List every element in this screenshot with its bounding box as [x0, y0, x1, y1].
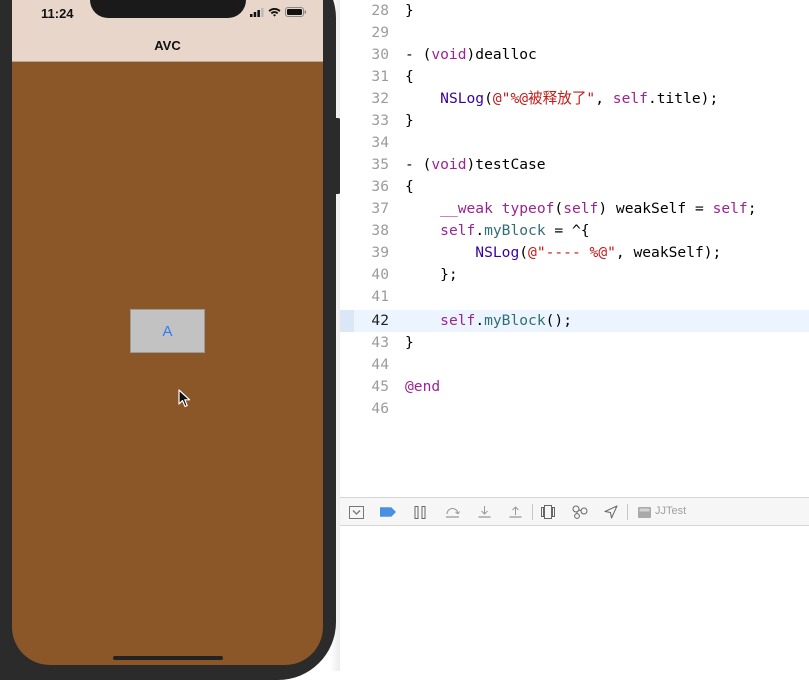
- navigation-bar: 11:24 AVC: [12, 0, 323, 62]
- line-number: 38: [371, 222, 389, 239]
- memory-graph-icon[interactable]: [572, 504, 588, 520]
- target-label[interactable]: JJTest: [655, 505, 686, 517]
- status-icons: [250, 7, 307, 17]
- debug-console[interactable]: [340, 526, 809, 671]
- code-line: 36 {: [340, 176, 809, 198]
- code-text: self.myBlock();: [440, 312, 572, 329]
- code-text: - (void)dealloc: [405, 46, 537, 63]
- line-number: 35: [371, 156, 389, 173]
- target-app-icon[interactable]: [636, 504, 652, 520]
- line-number: 40: [371, 266, 389, 283]
- line-number: 29: [371, 24, 389, 41]
- code-text: {: [405, 178, 414, 195]
- line-number: 41: [371, 288, 389, 305]
- code-text: }: [405, 334, 414, 351]
- code-line: 31 {: [340, 66, 809, 88]
- line-number: 37: [371, 200, 389, 217]
- code-line: 39 NSLog(@"---- %@", weakSelf);: [340, 242, 809, 264]
- code-editor[interactable]: 28} 29 30 - (void)dealloc 31 { 32 NSLog(@"…: [340, 0, 809, 497]
- line-number: 34: [371, 134, 389, 151]
- separator: [532, 504, 533, 520]
- a-button[interactable]: A: [130, 309, 205, 353]
- code-text: NSLog(@"%@被释放了", self.title);: [440, 90, 719, 107]
- code-line: 38 self.myBlock = ^{: [340, 220, 809, 242]
- step-over-icon[interactable]: [444, 504, 460, 520]
- code-line: 43}: [340, 332, 809, 354]
- line-number: 36: [371, 178, 389, 195]
- pause-icon[interactable]: [412, 504, 428, 520]
- nav-title: AVC: [154, 38, 181, 53]
- code-line: 28}: [340, 0, 809, 22]
- cellular-icon: [250, 7, 264, 17]
- hide-console-icon[interactable]: [348, 504, 364, 520]
- code-text: {: [405, 68, 414, 85]
- line-number: 39: [371, 244, 389, 261]
- code-line: 34: [340, 132, 809, 154]
- current-code-line: 42 self.myBlock();: [340, 310, 809, 332]
- line-number: 43: [371, 334, 389, 351]
- code-line: 35 - (void)testCase: [340, 154, 809, 176]
- code-line: 37 __weak typeof(self) weakSelf = self;: [340, 198, 809, 220]
- view-debugger-icon[interactable]: [540, 504, 556, 520]
- line-number: 45: [371, 378, 389, 395]
- separator: [627, 504, 628, 520]
- step-into-icon[interactable]: [476, 504, 492, 520]
- code-text: NSLog(@"---- %@", weakSelf);: [475, 244, 722, 261]
- debug-bar: JJTest: [340, 497, 809, 526]
- line-number: 42: [371, 312, 389, 329]
- battery-icon: [285, 7, 307, 17]
- code-text: - (void)testCase: [405, 156, 546, 173]
- line-number: 33: [371, 112, 389, 129]
- line-number: 44: [371, 356, 389, 373]
- location-icon[interactable]: [603, 504, 619, 520]
- line-number: 30: [371, 46, 389, 63]
- code-line: 41: [340, 286, 809, 308]
- code-line: 46: [340, 398, 809, 420]
- line-number: 31: [371, 68, 389, 85]
- code-line: 44: [340, 354, 809, 376]
- home-indicator: [113, 656, 223, 660]
- code-line: 33}: [340, 110, 809, 132]
- code-text: };: [405, 266, 458, 283]
- code-text: __weak typeof(self) weakSelf = self;: [440, 200, 757, 217]
- mouse-cursor-icon: [178, 389, 191, 408]
- code-text: self.myBlock = ^{: [440, 222, 590, 239]
- code-text: }: [405, 112, 414, 129]
- code-line: 45 @end: [340, 376, 809, 398]
- status-time: 11:24: [41, 6, 74, 21]
- breakpoint-toggle-icon[interactable]: [380, 504, 396, 520]
- code-line: 32 NSLog(@"%@被释放了", self.title);: [340, 88, 809, 110]
- code-line: 30 - (void)dealloc: [340, 44, 809, 66]
- code-text: @end: [405, 378, 441, 395]
- step-out-icon[interactable]: [507, 504, 523, 520]
- wifi-icon: [268, 8, 281, 17]
- phone-notch: [90, 0, 246, 18]
- line-number: 46: [371, 400, 389, 417]
- code-line: 40 };: [340, 264, 809, 286]
- line-number: 28: [371, 2, 389, 19]
- code-text: }: [405, 2, 414, 19]
- line-number: 32: [371, 90, 389, 107]
- a-button-label: A: [162, 322, 173, 340]
- code-line: 29: [340, 22, 809, 44]
- phone-screen: 11:24 AVC A: [12, 0, 323, 665]
